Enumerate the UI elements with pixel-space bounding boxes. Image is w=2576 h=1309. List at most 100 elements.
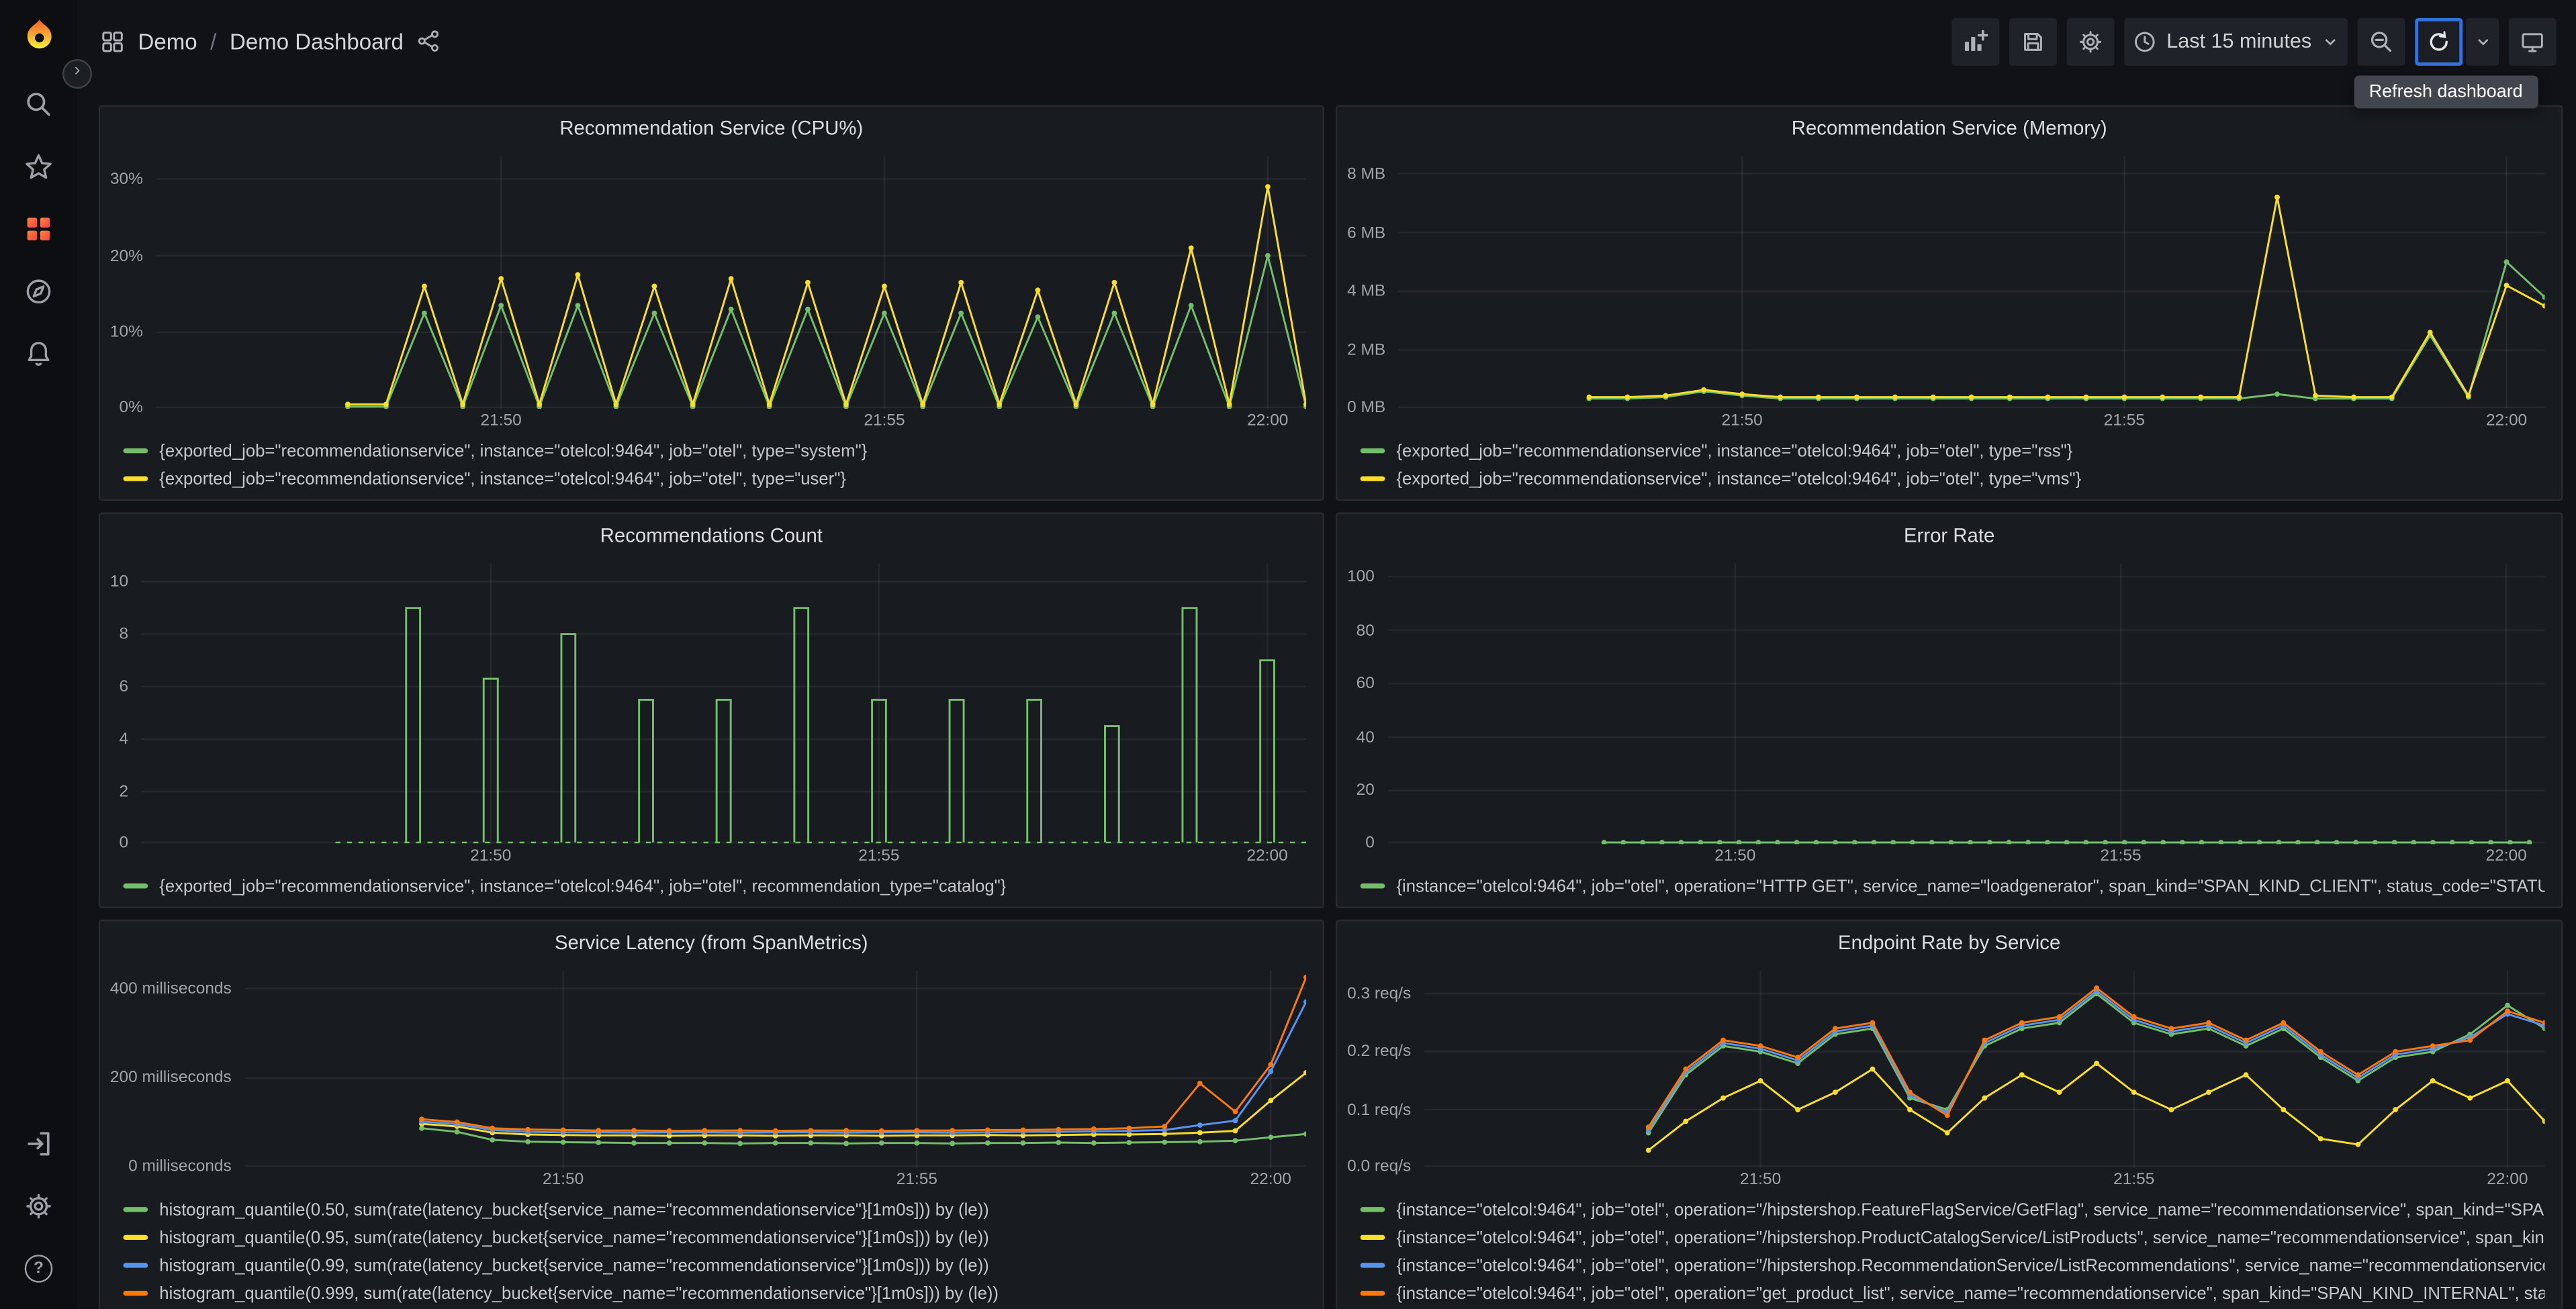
legend-item[interactable]: {exported_job="recommendationservice", i… [1360, 465, 2545, 493]
y-axis-label: 0 MB [1347, 399, 1386, 418]
chevron-down-icon [2326, 38, 2336, 45]
sidebar-expand-button[interactable]: › [62, 59, 93, 89]
legend-item[interactable]: histogram_quantile(0.95, sum(rate(latenc… [123, 1224, 1305, 1252]
sidebar-item-help[interactable]: ? [0, 1237, 77, 1299]
panel-title: Service Latency (from SpanMetrics) [554, 931, 868, 955]
add-panel-button[interactable] [1951, 17, 1999, 65]
sidebar-item-configuration[interactable] [0, 1174, 77, 1237]
legend-item[interactable]: {instance="otelcol:9464", job="otel", op… [1360, 1279, 2545, 1308]
chart-plot-area[interactable] [1424, 970, 2545, 1168]
compass-icon [26, 279, 51, 303]
breadcrumb: Demo / Demo Dashboard [100, 29, 439, 54]
legend-item[interactable]: {instance="otelcol:9464", job="otel", op… [1360, 1196, 2545, 1224]
zoom-out-button[interactable] [2357, 17, 2405, 65]
y-axis-label: 40 [1356, 728, 1375, 747]
legend-color-marker [1360, 476, 1385, 481]
panel-title: Recommendations Count [600, 524, 823, 547]
save-dashboard-button[interactable] [2009, 17, 2057, 65]
y-axis-label: 0.2 req/s [1347, 1043, 1412, 1062]
sidebar-item-starred[interactable] [0, 135, 77, 197]
sidebar-item-dashboards[interactable] [0, 197, 77, 260]
legend-item[interactable]: {instance="otelcol:9464", job="otel", op… [1360, 1224, 2545, 1252]
chart-plot-area[interactable] [1387, 563, 2544, 844]
legend-color-marker [123, 1207, 148, 1212]
y-axis-label: 0.3 req/s [1347, 985, 1412, 1004]
x-axis-label: 22:00 [1250, 1171, 1291, 1190]
breadcrumb-dashboard-name[interactable]: Demo Dashboard [230, 29, 404, 54]
chart-plot-area[interactable] [1398, 156, 2546, 409]
refresh-dashboard-button[interactable] [2415, 17, 2463, 65]
time-range-picker[interactable]: Last 15 minutes [2123, 17, 2348, 65]
x-axis-label: 21:55 [864, 412, 905, 430]
legend-item[interactable]: histogram_quantile(0.50, sum(rate(latenc… [123, 1196, 1305, 1224]
panel-body: 0.0 req/s0.0 req/s0.1 req/s0.2 req/s0.3 … [1337, 964, 2561, 1309]
chart-plot-area[interactable] [244, 970, 1306, 1168]
legend-label: {exported_job="recommendationservice", i… [1396, 440, 2073, 461]
legend-color-marker [1360, 448, 1385, 454]
sidebar-item-alerting[interactable] [0, 322, 77, 385]
y-axis-label: 2 MB [1347, 342, 1386, 360]
share-icon[interactable] [416, 30, 439, 52]
legend-label: {instance="otelcol:9464", job="otel", op… [1396, 876, 2545, 896]
sidebar-item-sign-in[interactable] [0, 1112, 77, 1174]
x-axis-label: 21:50 [1721, 412, 1763, 430]
panel-header[interactable]: Service Latency (from SpanMetrics) [100, 921, 1322, 964]
chart-plot-area[interactable] [141, 563, 1307, 844]
y-axis-label: 10 [109, 573, 129, 592]
legend-item[interactable]: {instance="otelcol:9464", job="otel", op… [1360, 1251, 2545, 1279]
add-panel-icon [1965, 30, 1988, 51]
legend-item[interactable]: histogram_quantile(0.999, sum(rate(laten… [123, 1279, 1305, 1308]
panel-body: 200 milliseconds0 milliseconds200 millis… [100, 964, 1322, 1309]
y-axis-label: 2 [119, 783, 129, 802]
breadcrumb-group[interactable]: Demo [138, 29, 197, 54]
legend-item[interactable]: histogram_quantile(0.99, sum(rate(latenc… [123, 1251, 1305, 1279]
legend-item[interactable]: {instance="otelcol:9464", job="otel", op… [1360, 872, 2545, 900]
legend-item[interactable]: {exported_job="recommendationservice", i… [1360, 437, 2545, 465]
x-axis-label: 21:55 [896, 1171, 938, 1190]
dashboard-settings-button[interactable] [2066, 17, 2114, 65]
y-axis-label: 0.1 req/s [1347, 1101, 1412, 1120]
x-axis: 21:50 21:55 22:00 [245, 1167, 1306, 1194]
panel-header[interactable]: Recommendations Count [100, 514, 1322, 557]
refresh-interval-dropdown[interactable] [2466, 17, 2499, 65]
y-axis-label: 4 [119, 730, 129, 749]
y-axis-label: 0.0 req/s [1347, 1157, 1412, 1176]
y-axis: 100020406080100 [1347, 563, 1387, 853]
legend-item[interactable]: {exported_job="recommendationservice", i… [123, 465, 1305, 493]
x-axis: 21:50 21:55 22:00 [1388, 844, 2544, 870]
panel-body: 100246810 21:5021:5522:00 {exported_job=… [100, 556, 1322, 906]
panel-header[interactable]: Error Rate [1337, 514, 2561, 557]
panel-title: Recommendation Service (Memory) [1791, 116, 2107, 140]
y-axis-label: 80 [1356, 622, 1375, 640]
legend-color-marker [1360, 1263, 1385, 1268]
chevron-down-icon [2477, 38, 2487, 45]
cycle-view-mode-button[interactable] [2508, 17, 2557, 65]
panel-header[interactable]: Endpoint Rate by Service [1337, 921, 2561, 964]
time-range-label: Last 15 minutes [2166, 30, 2312, 53]
chart-plot-area[interactable] [156, 156, 1306, 409]
sidebar-item-explore[interactable] [0, 260, 77, 322]
legend-item[interactable]: {exported_job="recommendationservice", i… [123, 872, 1305, 900]
refresh-button-group [2415, 17, 2499, 65]
dashboard-panel: Recommendation Service (CPU%) 10%0%10%20… [98, 105, 1324, 501]
y-axis-label: 8 MB [1347, 165, 1386, 184]
search-icon [27, 91, 50, 115]
x-axis-label: 22:00 [1247, 412, 1289, 430]
legend: {exported_job="recommendationservice", i… [1347, 435, 2544, 493]
legend: {instance="otelcol:9464", job="otel", op… [1347, 871, 2545, 900]
y-axis-label: 0% [119, 399, 143, 418]
legend-color-marker [123, 1234, 148, 1241]
y-axis-label: 200 milliseconds [109, 1069, 232, 1088]
panel-header[interactable]: Recommendation Service (Memory) [1337, 107, 2561, 150]
panel-header[interactable]: Recommendation Service (CPU%) [100, 107, 1322, 150]
panel-body: 100020406080100 21:5021:5522:00 {instanc… [1337, 556, 2561, 906]
x-axis-label: 21:55 [2113, 1171, 2155, 1190]
legend-color-marker [1360, 1290, 1385, 1296]
legend-item[interactable]: {exported_job="recommendationservice", i… [123, 437, 1305, 465]
y-axis-label: 10% [109, 324, 143, 342]
grafana-logo-icon[interactable] [0, 0, 77, 72]
y-axis-label: 100 [1347, 568, 1375, 587]
dashboard-panel: Endpoint Rate by Service 0.0 req/s0.0 re… [1335, 920, 2563, 1309]
legend-color-marker [123, 476, 148, 481]
star-icon [26, 153, 52, 179]
